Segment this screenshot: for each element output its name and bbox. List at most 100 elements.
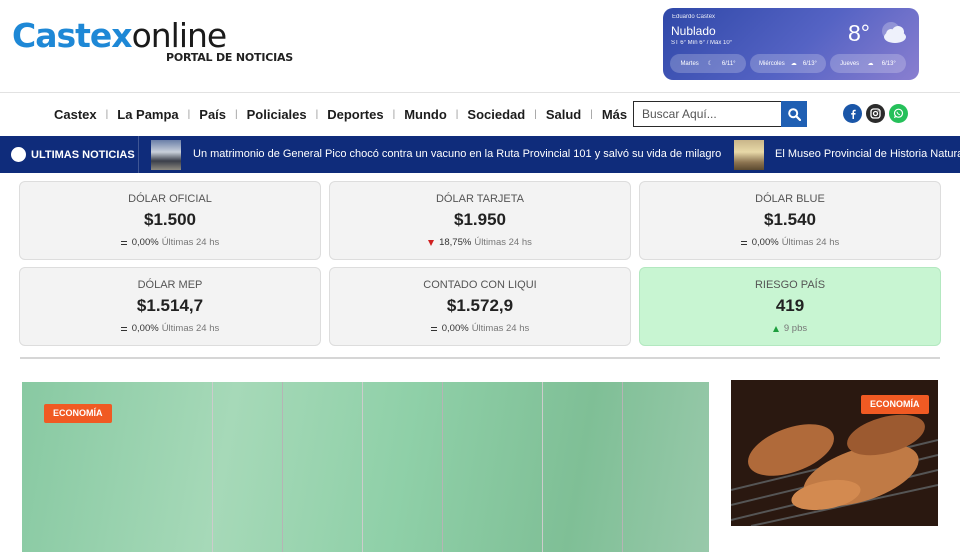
search-button[interactable] bbox=[781, 101, 807, 127]
document-line bbox=[212, 382, 213, 552]
equal-icon bbox=[120, 240, 127, 245]
currency-card-dolar-oficial[interactable]: DÓLAR OFICIAL $1.500 0,00% Últimas 24 hs bbox=[19, 181, 321, 260]
currency-change: 0,00% Últimas 24 hs bbox=[330, 323, 630, 334]
cloud-icon: ☁ bbox=[867, 61, 874, 67]
cloud-icon: ☁ bbox=[790, 61, 797, 67]
change-period: Últimas 24 hs bbox=[161, 323, 220, 334]
search-input[interactable] bbox=[633, 101, 781, 127]
section-divider bbox=[20, 357, 940, 359]
nav-item-salud[interactable]: Salud bbox=[546, 107, 581, 122]
change-period: Últimas 24 hs bbox=[471, 323, 530, 334]
weather-details: ST 6° Mín 6° / Máx 10° bbox=[671, 40, 733, 46]
weather-widget[interactable]: Eduardo Castex Nublado ST 6° Mín 6° / Má… bbox=[663, 8, 919, 80]
forecast-day-name: Jueves bbox=[840, 60, 860, 67]
forecast-range: 6/11° bbox=[721, 60, 736, 67]
weather-location: Eduardo Castex bbox=[672, 14, 716, 20]
change-percent: 0,00% bbox=[751, 237, 779, 248]
equal-icon bbox=[430, 326, 437, 331]
forecast-day-name: Miércoles bbox=[759, 60, 785, 67]
nav-separator: | bbox=[392, 109, 396, 120]
ticker-headline[interactable]: Un matrimonio de General Pico chocó cont… bbox=[193, 148, 721, 160]
nav-separator: | bbox=[235, 109, 238, 120]
ticker-headline[interactable]: El Museo Provincial de Historia Natural bbox=[775, 148, 960, 160]
currency-change: 9 pbs bbox=[640, 323, 940, 334]
nav-item-castex[interactable]: Castex bbox=[54, 107, 97, 122]
document-line bbox=[542, 382, 543, 552]
moon-cloud-icon: ☾ bbox=[707, 61, 714, 67]
currency-change: 0,00% Últimas 24 hs bbox=[20, 323, 320, 334]
forecast-day: Martes ☾ 6/11° bbox=[670, 54, 746, 73]
currency-title: RIESGO PAÍS bbox=[754, 279, 826, 291]
currency-title: DÓLAR OFICIAL bbox=[128, 193, 212, 205]
nav-separator: | bbox=[534, 109, 537, 120]
featured-article-image[interactable]: ECONOMÍA bbox=[22, 382, 709, 552]
currency-title: CONTADO CON LIQUI bbox=[423, 279, 537, 291]
nav-separator: | bbox=[590, 109, 593, 120]
category-badge[interactable]: ECONOMÍA bbox=[44, 404, 112, 423]
site-logo[interactable]: Castexonline PORTAL DE NOTICIAS bbox=[12, 16, 293, 65]
instagram-icon[interactable] bbox=[866, 104, 885, 123]
side-article-image[interactable]: ECONOMÍA bbox=[731, 380, 938, 526]
nav-menu: Castex | La Pampa | País | Policiales | Depo… bbox=[54, 107, 644, 122]
news-ticker: ULTIMAS NOTICIAS Un matrimonio de Genera… bbox=[0, 136, 960, 173]
forecast-range: 6/13° bbox=[802, 60, 817, 67]
currency-value: $1.540 bbox=[764, 210, 816, 229]
currency-value: $1.514,7 bbox=[136, 296, 204, 315]
nav-item-pais[interactable]: País bbox=[199, 107, 226, 122]
nav-separator: | bbox=[315, 109, 319, 120]
change-percent: 18,75% bbox=[439, 237, 472, 248]
document-line bbox=[282, 382, 283, 552]
ticker-label: ULTIMAS NOTICIAS bbox=[31, 148, 135, 161]
currency-value: $1.950 bbox=[454, 210, 506, 229]
logo-online-text: online bbox=[131, 16, 228, 55]
nav-separator: | bbox=[105, 109, 109, 120]
search-icon bbox=[787, 107, 801, 121]
nav-separator: | bbox=[187, 109, 191, 120]
nav-item-mas[interactable]: Más bbox=[602, 107, 627, 122]
currency-value: $1.500 bbox=[144, 210, 196, 229]
nav-item-sociedad[interactable]: Sociedad bbox=[467, 107, 525, 122]
currency-card-dolar-mep[interactable]: DÓLAR MEP $1.514,7 0,00% Últimas 24 hs bbox=[19, 267, 321, 346]
currency-title: DÓLAR MEP bbox=[137, 279, 203, 291]
cloud-icon bbox=[882, 22, 906, 43]
nav-item-deportes[interactable]: Deportes bbox=[327, 107, 383, 122]
currency-change: 0,00% Últimas 24 hs bbox=[640, 237, 940, 248]
ticker-divider bbox=[138, 136, 139, 173]
currency-title: DÓLAR TARJETA bbox=[435, 193, 525, 205]
currency-card-dolar-blue[interactable]: DÓLAR BLUE $1.540 0,00% Últimas 24 hs bbox=[639, 181, 941, 260]
change-period: Últimas 24 hs bbox=[474, 237, 532, 248]
weather-temperature: 8° bbox=[848, 20, 870, 46]
equal-icon bbox=[740, 240, 747, 245]
currency-card-riesgo-pais[interactable]: RIESGO PAÍS 419 9 pbs bbox=[639, 267, 941, 346]
change-percent: 0,00% bbox=[131, 237, 159, 248]
change-percent: 0,00% bbox=[131, 323, 159, 334]
weather-condition: Nublado bbox=[671, 24, 716, 38]
document-line bbox=[622, 382, 623, 552]
facebook-icon[interactable] bbox=[843, 104, 862, 123]
logo-tagline: PORTAL DE NOTICIAS bbox=[166, 51, 294, 64]
nav-item-policiales[interactable]: Policiales bbox=[247, 107, 307, 122]
currency-card-dolar-tarjeta[interactable]: DÓLAR TARJETA $1.950 18,75% Últimas 24 h… bbox=[329, 181, 631, 260]
forecast-day: Jueves ☁ 6/13° bbox=[830, 54, 906, 73]
arrow-down-icon bbox=[428, 239, 435, 246]
site-header: Castexonline PORTAL DE NOTICIAS Eduardo … bbox=[0, 0, 960, 92]
currency-card-contado-con-liqui[interactable]: CONTADO CON LIQUI $1.572,9 0,00% Últimas… bbox=[329, 267, 631, 346]
social-links bbox=[843, 104, 908, 123]
change-period: Últimas 24 hs bbox=[781, 237, 840, 248]
category-badge[interactable]: ECONOMÍA bbox=[861, 395, 929, 414]
currency-value: $1.572,9 bbox=[446, 296, 514, 315]
arrow-up-icon bbox=[772, 325, 779, 332]
document-line bbox=[362, 382, 363, 552]
change-period: Últimas 24 hs bbox=[161, 237, 220, 248]
logo-castex-text: Castex bbox=[12, 16, 133, 55]
ticker-thumbnail[interactable] bbox=[734, 140, 764, 170]
document-line bbox=[442, 382, 443, 552]
ticker-thumbnail[interactable] bbox=[151, 140, 181, 170]
nav-item-mundo[interactable]: Mundo bbox=[404, 107, 447, 122]
nav-item-la-pampa[interactable]: La Pampa bbox=[117, 107, 178, 122]
currency-change: 0,00% Últimas 24 hs bbox=[20, 237, 320, 248]
whatsapp-icon[interactable] bbox=[889, 104, 908, 123]
nav-separator: | bbox=[455, 109, 459, 120]
currency-value: 419 bbox=[775, 296, 805, 315]
forecast-day-name: Martes bbox=[680, 60, 699, 67]
